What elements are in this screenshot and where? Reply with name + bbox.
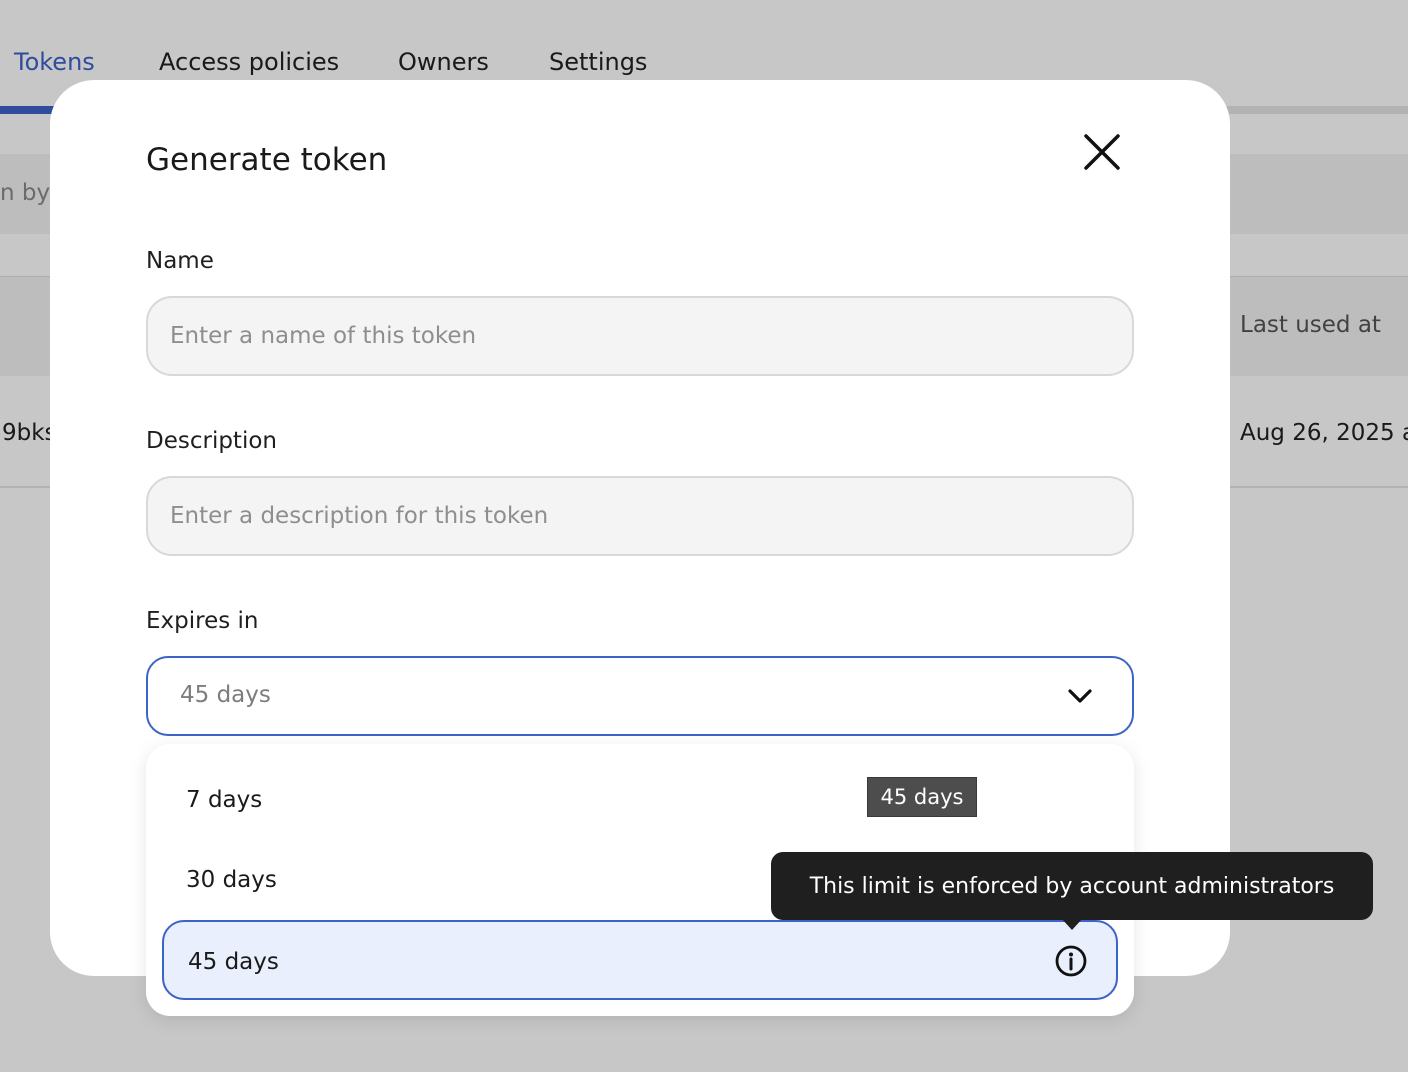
description-label: Description (146, 428, 277, 454)
name-input[interactable] (146, 296, 1134, 376)
option-label: 45 days (188, 949, 279, 975)
expires-selected-value: 45 days (180, 682, 271, 708)
option-label: 7 days (186, 787, 263, 813)
expires-label: Expires in (146, 608, 259, 634)
info-tooltip: This limit is enforced by account admini… (771, 852, 1373, 920)
close-button[interactable] (1080, 130, 1124, 174)
name-label: Name (146, 248, 214, 274)
description-input[interactable] (146, 476, 1134, 556)
option-label: 30 days (186, 867, 277, 893)
dialog-title: Generate token (146, 142, 388, 178)
option-45-days[interactable]: 45 days (162, 920, 1118, 1000)
expires-select[interactable]: 45 days (146, 656, 1134, 736)
close-icon (1084, 134, 1120, 170)
chevron-down-icon (1068, 689, 1092, 703)
info-button[interactable] (1054, 944, 1088, 978)
option-hover-tooltip: 45 days (867, 777, 977, 817)
info-icon (1055, 945, 1087, 977)
tooltip-arrow (1061, 918, 1083, 930)
